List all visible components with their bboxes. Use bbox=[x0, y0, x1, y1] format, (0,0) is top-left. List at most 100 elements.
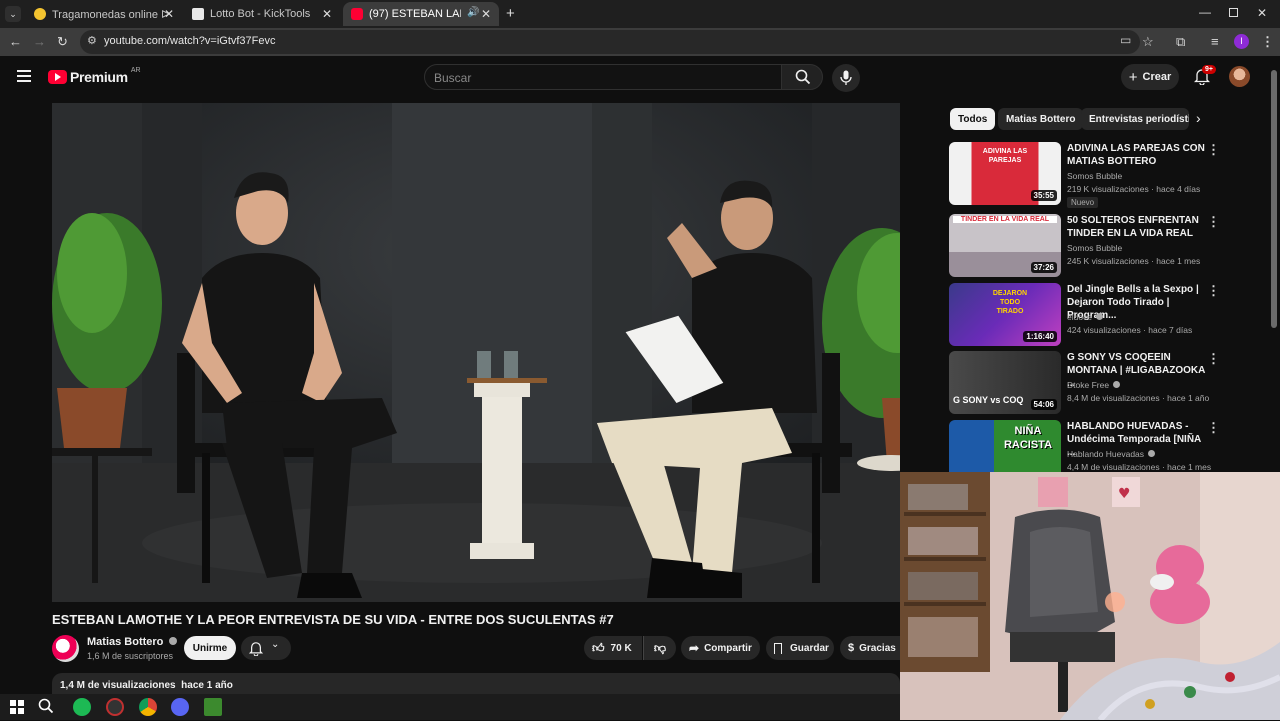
tab-kicktools[interactable]: Lotto Bot - KickTools ✕ bbox=[184, 2, 340, 26]
search-button[interactable] bbox=[781, 64, 823, 90]
page-scrollbar[interactable] bbox=[1271, 70, 1277, 328]
restore-window-icon[interactable] bbox=[1229, 8, 1238, 17]
channel-name[interactable]: Matias Bottero bbox=[87, 636, 178, 648]
video-title: ESTEBAN LAMOTHE Y LA PEOR ENTREVISTA DE … bbox=[52, 612, 614, 627]
account-avatar[interactable] bbox=[1229, 66, 1250, 87]
back-arrow-icon[interactable]: ← bbox=[9, 34, 22, 50]
more-options-icon[interactable]: ⋮ bbox=[1207, 214, 1220, 230]
recommendation-title[interactable]: ADIVINA LAS PAREJAS CON MATIAS BOTTERO bbox=[1067, 142, 1207, 168]
voice-search-button[interactable] bbox=[832, 64, 860, 92]
cast-icon[interactable]: ▭ bbox=[1120, 33, 1131, 47]
bookmark-icon bbox=[774, 642, 782, 654]
save-button[interactable]: Guardar bbox=[766, 636, 834, 660]
browser-tab-bar: ⌄ Tragamonedas online ᐅ MelBet ✕ Lotto B… bbox=[0, 0, 1280, 28]
close-tab-icon[interactable]: ✕ bbox=[322, 7, 332, 21]
share-arrow-icon: ➦ bbox=[689, 641, 700, 655]
site-info-icon[interactable]: ⚙ bbox=[87, 34, 97, 47]
create-button[interactable]: + Crear bbox=[1121, 64, 1179, 90]
channel-text[interactable]: Dtoke Free bbox=[1067, 380, 1109, 390]
video-thumbnail[interactable]: TINDER EN LA VIDA REAL 37:26 bbox=[949, 214, 1061, 277]
chevron-down-icon: ⌄ bbox=[271, 639, 280, 650]
recommendation-channel[interactable]: Somos Bubble bbox=[1067, 243, 1122, 253]
recommendation-channel[interactable]: Hablando Huevadas bbox=[1067, 449, 1156, 459]
channel-text[interactable]: Hablando Huevadas bbox=[1067, 449, 1144, 459]
youtube-logo[interactable]: Premium AR bbox=[48, 66, 141, 85]
more-options-icon[interactable]: ⋮ bbox=[1207, 142, 1220, 158]
recommendation-item[interactable]: TINDER EN LA VIDA REAL 37:26 50 SOLTEROS… bbox=[949, 214, 1224, 278]
chip-scroll-right-icon[interactable]: › bbox=[1196, 110, 1201, 126]
channel-avatar[interactable] bbox=[52, 635, 79, 662]
new-tab-button[interactable]: + bbox=[506, 5, 515, 22]
video-thumbnail[interactable]: G SONY vs COQ 54:06 bbox=[949, 351, 1061, 414]
reading-list-icon[interactable]: ≡ bbox=[1211, 34, 1219, 50]
video-player[interactable] bbox=[52, 103, 900, 602]
thumbs-down-icon: 👎︎ bbox=[653, 640, 667, 655]
video-thumbnail[interactable]: DEJARON TODO TIRADO 1:16:40 bbox=[949, 283, 1061, 346]
more-options-icon[interactable]: ⋮ bbox=[1207, 351, 1220, 367]
more-options-icon[interactable]: ⋮ bbox=[1207, 283, 1220, 299]
chrome-icon[interactable] bbox=[139, 698, 157, 716]
recommendation-item[interactable]: ADIVINA LAS PAREJAS 35:55 ADIVINA LAS PA… bbox=[949, 142, 1224, 208]
recommendation-channel[interactable]: eldoce bbox=[1067, 312, 1104, 322]
search-icon bbox=[795, 69, 811, 85]
recommendation-title[interactable]: 50 SOLTEROS ENFRENTAN TINDER EN LA VIDA … bbox=[1067, 214, 1207, 240]
url-text[interactable]: youtube.com/watch?v=iGtvf37Fevc bbox=[104, 35, 276, 47]
verified-check-icon bbox=[1113, 381, 1121, 388]
chip-matias-bottero[interactable]: Matias Bottero bbox=[998, 108, 1084, 130]
webcam-room-illustration: ♥ bbox=[900, 472, 1280, 720]
extensions-icon[interactable]: ⧉ bbox=[1176, 34, 1185, 50]
search-box[interactable]: Buscar bbox=[424, 64, 782, 90]
recommendation-item[interactable]: G SONY vs COQ 54:06 G SONY VS COQEEIN MO… bbox=[949, 351, 1224, 415]
tab-melbet[interactable]: Tragamonedas online ᐅ MelBet ✕ bbox=[26, 2, 182, 26]
profile-avatar[interactable]: I bbox=[1234, 34, 1249, 49]
discord-icon[interactable] bbox=[171, 698, 189, 716]
recommendation-channel[interactable]: Somos Bubble bbox=[1067, 171, 1122, 181]
windows-start-icon[interactable] bbox=[8, 698, 26, 716]
thumbnail-caption: TINDER EN LA VIDA REAL bbox=[953, 216, 1057, 223]
speaker-icon[interactable]: 🔊 bbox=[467, 7, 479, 18]
notifications-button[interactable]: 9+ bbox=[1193, 65, 1216, 90]
thanks-button[interactable]: $ Gracias bbox=[840, 636, 900, 660]
subscription-bell-button[interactable]: ⌄ bbox=[241, 636, 291, 660]
dislike-button[interactable]: 👎︎ bbox=[643, 636, 676, 660]
recommendation-item[interactable]: DEJARON TODO TIRADO 1:16:40 Del Jingle B… bbox=[949, 283, 1224, 347]
subscriber-count: 1,6 M de suscriptores bbox=[87, 651, 174, 661]
video-thumbnail[interactable]: ADIVINA LAS PAREJAS 35:55 bbox=[949, 142, 1061, 205]
spotify-icon[interactable] bbox=[73, 698, 91, 716]
channel-name-text[interactable]: Matias Bottero bbox=[87, 636, 163, 648]
region-code: AR bbox=[130, 66, 141, 74]
address-bar[interactable]: ⚙ youtube.com/watch?v=iGtvf37Fevc ▭ bbox=[80, 30, 1140, 54]
close-window-icon[interactable]: ✕ bbox=[1257, 6, 1267, 20]
share-button[interactable]: ➦ Compartir bbox=[681, 636, 760, 660]
like-button[interactable]: 👍︎ 70 K bbox=[584, 636, 642, 660]
tab-youtube-active[interactable]: (97) ESTEBAN LAMOTHE Y 🔊 ✕ bbox=[343, 2, 499, 26]
join-button[interactable]: Unirme bbox=[184, 636, 236, 660]
save-label: Guardar bbox=[790, 642, 829, 654]
chip-all[interactable]: Todos bbox=[950, 108, 996, 130]
channel-text[interactable]: eldoce bbox=[1067, 312, 1092, 322]
chip-entrevistas[interactable]: Entrevistas periodístic bbox=[1081, 108, 1189, 130]
search-input[interactable]: Buscar bbox=[434, 71, 471, 85]
close-tab-icon[interactable]: ✕ bbox=[164, 7, 174, 21]
tab-label: Lotto Bot - KickTools bbox=[210, 8, 311, 20]
bookmark-star-icon[interactable]: ☆ bbox=[1142, 34, 1154, 50]
recommendation-channel[interactable]: Dtoke Free bbox=[1067, 380, 1121, 390]
plus-icon: + bbox=[1128, 68, 1138, 86]
view-stats: 1,4 M de visualizaciones hace 1 año bbox=[60, 680, 233, 691]
reload-icon[interactable]: ↻ bbox=[57, 34, 68, 50]
share-label: Compartir bbox=[704, 642, 752, 654]
tab-search-icon[interactable]: ⌄ bbox=[5, 6, 21, 22]
create-label: Crear bbox=[1142, 71, 1172, 83]
forward-arrow-icon[interactable]: → bbox=[33, 34, 46, 50]
app-icon[interactable] bbox=[106, 698, 124, 716]
minimize-window-icon[interactable]: — bbox=[1199, 5, 1211, 19]
thumbnail-caption: G SONY vs COQ bbox=[953, 395, 1024, 405]
minecraft-icon[interactable] bbox=[204, 698, 222, 716]
search-icon[interactable] bbox=[38, 698, 56, 716]
more-options-icon[interactable]: ⋮ bbox=[1207, 420, 1220, 436]
close-tab-icon[interactable]: ✕ bbox=[481, 7, 491, 21]
hamburger-menu-icon[interactable] bbox=[17, 70, 31, 82]
thumbs-up-icon: 👍︎ bbox=[592, 640, 605, 655]
browser-menu-icon[interactable]: ⋮ bbox=[1261, 34, 1274, 50]
recommendation-meta: 424 visualizaciones · hace 7 días bbox=[1067, 325, 1193, 335]
